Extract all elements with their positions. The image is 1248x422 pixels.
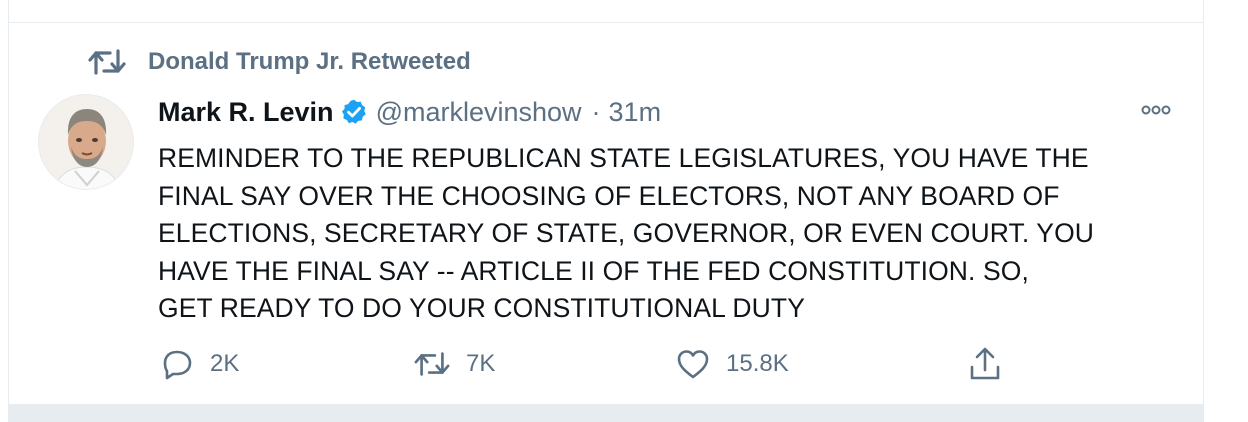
like-count: 15.8K — [726, 350, 789, 377]
tweet-text: REMINDER TO THE REPUBLICAN STATE LEGISLA… — [158, 140, 1168, 328]
reply-count: 2K — [210, 350, 240, 377]
tweet-text-line: ELECTIONS, SECRETARY OF STATE, GOVERNOR,… — [158, 218, 1095, 249]
verified-badge-icon — [340, 98, 368, 126]
reply-button[interactable]: 2K — [160, 344, 239, 384]
tweet-text-line: REMINDER TO THE REPUBLICAN STATE LEGISLA… — [158, 143, 1089, 173]
reply-icon — [163, 350, 192, 380]
tweet-header: Mark R. Levin @marklevinshow · 31m — [158, 92, 661, 132]
share-button[interactable] — [968, 344, 1018, 384]
retweet-icon — [414, 352, 450, 376]
tweet-timestamp[interactable]: 31m — [609, 97, 662, 128]
separator: · — [591, 96, 601, 127]
author-handle[interactable]: @marklevinshow — [376, 97, 582, 128]
tweet-text-line: GET READY TO DO YOUR CONSTITUTIONAL DUTY — [158, 293, 805, 324]
tweet-text-line: FINAL SAY OVER THE CHOOSING OF ELECTORS,… — [158, 180, 1060, 211]
share-icon — [970, 347, 1000, 380]
divider — [9, 404, 1203, 422]
tweet-actions: 2K 7K 15.8K — [160, 344, 1020, 384]
heart-icon — [677, 350, 709, 379]
like-button[interactable]: 15.8K — [676, 344, 789, 384]
retweet-context[interactable]: Donald Trump Jr. Retweeted — [88, 44, 471, 80]
retweet-count: 7K — [466, 350, 496, 377]
tweet-text-line: HAVE THE FINAL SAY -- ARTICLE II OF THE … — [158, 255, 1029, 286]
retweet-icon — [88, 47, 126, 77]
retweet-context-label: Donald Trump Jr. Retweeted — [148, 48, 471, 75]
author-name[interactable]: Mark R. Levin — [158, 97, 334, 128]
avatar[interactable] — [38, 94, 134, 190]
divider — [9, 22, 1203, 23]
more-options-icon[interactable] — [1138, 98, 1174, 122]
retweet-button[interactable]: 7K — [414, 344, 495, 384]
